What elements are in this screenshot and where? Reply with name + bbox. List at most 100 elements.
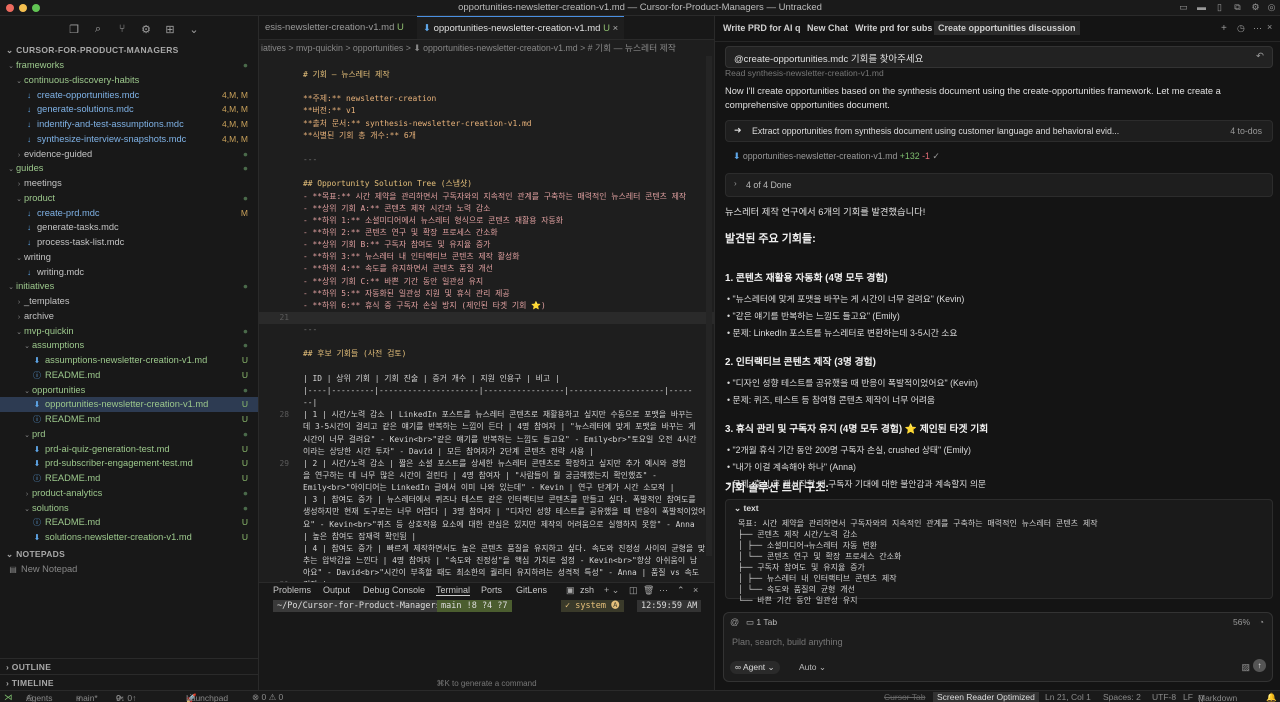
tree-folder[interactable]: ⌄ prd ● (0, 427, 258, 442)
tree-file[interactable]: ⬇ solutions-newsletter-creation-v1.md U (0, 530, 258, 545)
tree-folder[interactable]: › _templates (0, 294, 258, 309)
source-control-icon[interactable]: ⑂ (116, 23, 128, 35)
chat-tab-write-prd-ai[interactable]: Write PRD for AI q (723, 23, 801, 33)
tree-file[interactable]: ↓ create-prd.mdc M (0, 206, 258, 221)
new-chat-icon[interactable]: + (1221, 23, 1227, 34)
file-change-row[interactable]: ⬇ opportunities-newsletter-creation-v1.m… (733, 151, 940, 162)
cursor-position[interactable]: Ln 21, Col 1 (1045, 692, 1091, 702)
chat-tab-create-opportunities[interactable]: Create opportunities discussion (934, 21, 1080, 35)
settings-gear-icon[interactable]: ⚙ (1250, 2, 1261, 13)
tab-problems[interactable]: Problems (273, 585, 311, 595)
new-notepad-button[interactable]: ▤ New Notepad (0, 562, 258, 577)
tab-ports[interactable]: Ports (481, 585, 502, 595)
tree-folder[interactable]: ⌄ product ● (0, 191, 258, 206)
more-icon[interactable]: ⋯ (1253, 23, 1262, 34)
tree-folder[interactable]: ⌄ assumptions ● (0, 338, 258, 353)
tree-file[interactable]: ↓ create-opportunities.mdc 4,M, M (0, 88, 258, 103)
close-tab-icon[interactable]: × (613, 23, 619, 34)
chevron-down-icon[interactable]: ⌄ (188, 23, 200, 36)
tree-file[interactable]: ⓘ README.md U (0, 515, 258, 530)
chat-composer[interactable]: @ ▭ 1 Tab 56% ◔ ∞ Agent ⌄ Auto ⌄ ▨ ↑ (723, 612, 1273, 682)
trash-icon[interactable]: 🗑 (643, 585, 654, 596)
editor-scrollbar[interactable] (706, 56, 712, 556)
files-icon[interactable]: ❐ (68, 23, 80, 36)
tree-file[interactable]: ↓ generate-solutions.mdc 4,M, M (0, 102, 258, 117)
encoding-status[interactable]: UTF-8 (1152, 692, 1176, 702)
indentation-status[interactable]: Spaces: 2 (1103, 692, 1141, 702)
remote-icon[interactable]: ⋊ (4, 692, 13, 702)
user-message[interactable]: @create-opportunities.mdc 기회를 찾아주세요 ↶ (725, 46, 1273, 68)
restore-icon[interactable]: ↶ (1256, 51, 1264, 62)
tree-folder[interactable]: ⌄ guides ● (0, 161, 258, 176)
chat-tab-new-chat[interactable]: New Chat (807, 23, 848, 33)
breadcrumb[interactable]: iatives > mvp-quickin > opportunities > … (259, 40, 714, 56)
close-panel-icon[interactable]: × (693, 585, 698, 595)
tree-file[interactable]: ⓘ README.md U (0, 471, 258, 486)
tree-folder[interactable]: › product-analytics ● (0, 486, 258, 501)
problems-status[interactable]: ⊗ 0 ⚠ 0 (252, 692, 283, 702)
tree-file[interactable]: ↓ indentify-and-test-assumptions.mdc 4,M, … (0, 117, 258, 132)
eol-status[interactable]: LF (1183, 692, 1193, 702)
tree-file[interactable]: ⬇ opportunities-newsletter-creation-v1.md… (0, 397, 258, 412)
tree-folder[interactable]: ⌄ opportunities ● (0, 383, 258, 398)
tree-folder[interactable]: › archive (0, 309, 258, 324)
tree-file[interactable]: ↓ process-task-list.mdc (0, 235, 258, 250)
tab-context-chip[interactable]: ▭ 1 Tab (746, 617, 777, 628)
extension-icon[interactable]: ⧉ (1232, 2, 1243, 13)
tree-folder[interactable]: › meetings (0, 176, 258, 191)
tab-terminal[interactable]: Terminal (436, 585, 471, 596)
tree-file[interactable]: ⬇ prd-ai-quiz-generation-test.md U (0, 442, 258, 457)
tree-folder[interactable]: ⌄ writing (0, 250, 258, 265)
panel-icon[interactable]: ▬ (1196, 2, 1207, 13)
split-terminal-icon[interactable]: ◫ (629, 585, 638, 596)
notifications-icon[interactable]: 🔔 (1266, 692, 1277, 702)
tab-output[interactable]: Output (323, 585, 350, 595)
timeline-section-header[interactable]: › TIMELINE (0, 674, 259, 690)
tree-file[interactable]: ↓ writing.mdc (0, 265, 258, 280)
tree-file[interactable]: ⬇ prd-subscriber-engagement-test.md U (0, 456, 258, 471)
layout-icon[interactable]: ▭ (1178, 2, 1189, 13)
run-debug-icon[interactable]: ⊞ (164, 23, 176, 36)
tab-synthesis[interactable]: esis-newsletter-creation-v1.md U (259, 16, 410, 39)
history-icon[interactable]: ◷ (1237, 23, 1245, 34)
todo-box[interactable]: ➜ Extract opportunities from synthesis d… (725, 120, 1273, 142)
agent-mode-button[interactable]: ∞ Agent ⌄ (730, 661, 780, 674)
notepads-section-header[interactable]: ⌄ NOTEPADS (0, 546, 258, 562)
tree-folder[interactable]: › evidence-guided ● (0, 147, 258, 162)
add-terminal-icon[interactable]: + ⌄ (604, 585, 619, 596)
tree-folder[interactable]: ⌄ initiatives ● (0, 279, 258, 294)
maximize-panel-icon[interactable]: ⌃ (677, 585, 685, 596)
tree-file[interactable]: ⬇ assumptions-newsletter-creation-v1.md U (0, 353, 258, 368)
image-icon[interactable]: ▨ (1241, 662, 1250, 673)
tree-folder[interactable]: ⌄ frameworks ● (0, 58, 258, 73)
tree-folder[interactable]: ⌄ solutions ● (0, 501, 258, 516)
sidebar-toggle-icon[interactable]: ▯ (1214, 2, 1225, 13)
tree-file[interactable]: ↓ generate-tasks.mdc (0, 220, 258, 235)
tab-opportunities[interactable]: ⬇ opportunities-newsletter-creation-v1.m… (417, 16, 625, 39)
code-block[interactable]: ⌄ text 목표: 시간 제약을 관리하면서 구독자와의 지속적인 관계를 구… (725, 499, 1273, 605)
screen-reader-status[interactable]: Screen Reader Optimized (933, 692, 1039, 702)
tab-debug-console[interactable]: Debug Console (363, 585, 425, 595)
more-icon[interactable]: ⋯ (659, 585, 668, 596)
send-button[interactable]: ↑ (1253, 659, 1266, 672)
close-chat-icon[interactable]: × (1267, 22, 1272, 32)
extensions-icon[interactable]: ⚙ (140, 23, 152, 36)
tree-file[interactable]: ⓘ README.md U (0, 368, 258, 383)
model-select[interactable]: Auto ⌄ (799, 662, 826, 673)
cursor-tab-status[interactable]: Cursor Tab (884, 692, 925, 702)
code-editor[interactable]: # 기회 — 뉴스레터 제작 **주제:** newsletter-creatio… (259, 56, 714, 582)
tree-file[interactable]: ↓ synthesize-interview-snapshots.mdc 4,M, … (0, 132, 258, 147)
account-icon[interactable]: ◎ (1266, 2, 1277, 13)
at-mention-icon[interactable]: @ (730, 617, 739, 627)
tree-folder[interactable]: ⌄ continuous-discovery-habits (0, 73, 258, 88)
chat-input[interactable] (732, 634, 1262, 650)
tab-gitlens[interactable]: GitLens (516, 585, 547, 595)
done-box[interactable]: › 4 of 4 Done (725, 173, 1273, 197)
outline-section-header[interactable]: › OUTLINE (0, 658, 259, 674)
tree-file[interactable]: ⓘ README.md U (0, 412, 258, 427)
search-icon[interactable]: ⌕ (92, 23, 104, 36)
project-section-header[interactable]: ⌄ CURSOR-FOR-PRODUCT-MANAGERS (0, 42, 258, 58)
chat-tab-write-prd-subs[interactable]: Write prd for subs (855, 23, 932, 33)
tree-folder[interactable]: ⌄ mvp-quickin ● (0, 324, 258, 339)
shell-name[interactable]: zsh (580, 585, 594, 595)
